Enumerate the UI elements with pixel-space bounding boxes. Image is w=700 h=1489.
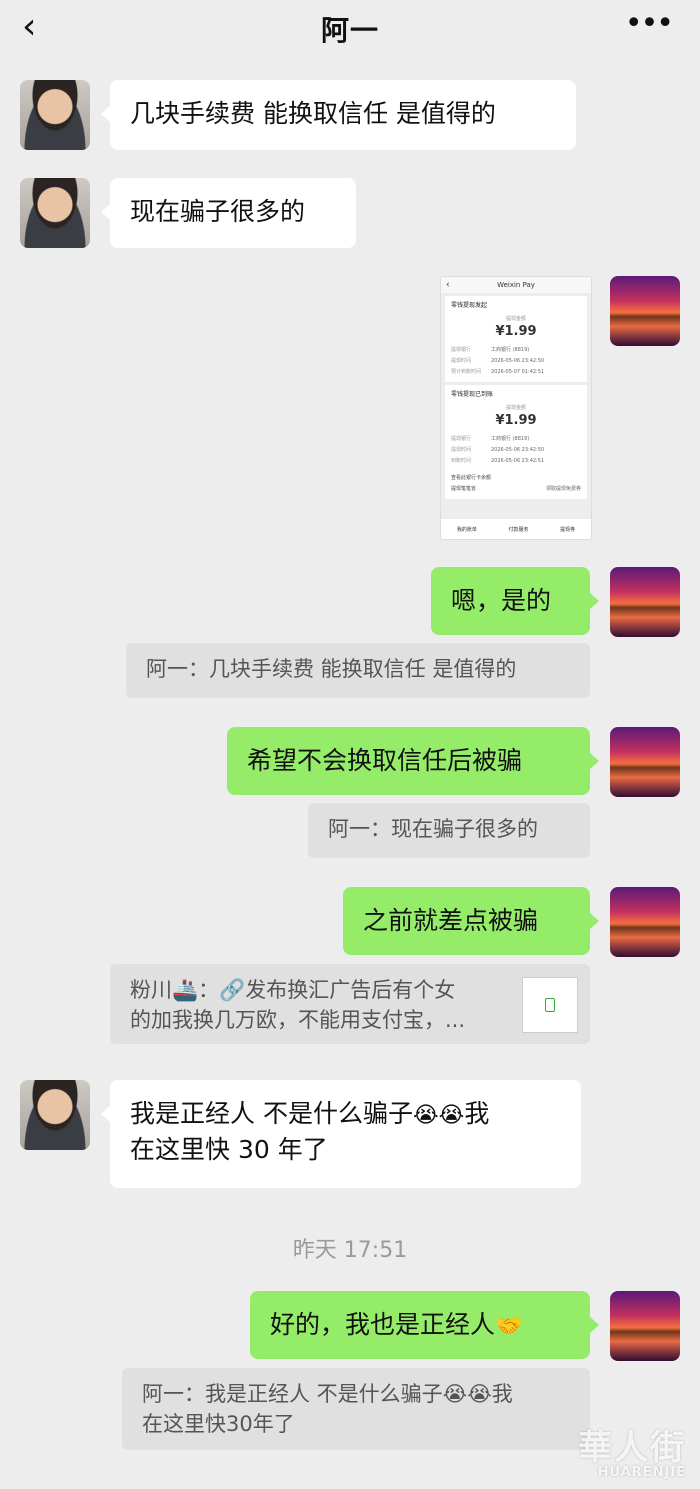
message-text: 现在骗子很多的 bbox=[130, 197, 306, 226]
detail-link: 查看此银行卡余额 bbox=[451, 475, 492, 481]
handshake-icon: 🤝 bbox=[495, 1314, 523, 1339]
screenshot-card: 零钱提现已到账 提现金额 ¥1.99 提现银行 工商银行 (8819) 提现时间 2… bbox=[445, 385, 587, 499]
quoted-reply[interactable]: 阿一：我是正经人 不是什么骗子😭😭我 在这里快30年了 bbox=[122, 1368, 590, 1450]
message-bubble[interactable]: 几块手续费 能换取信任 是值得的 bbox=[101, 80, 576, 150]
my-avatar[interactable] bbox=[610, 567, 680, 637]
detail-row: 预计到账时间 2026-05-07 01:42:51 bbox=[451, 369, 545, 375]
screenshot-title: Weixin Pay bbox=[497, 281, 535, 289]
message-timestamp: 昨天 17:51 bbox=[292, 1238, 408, 1263]
my-avatar[interactable] bbox=[610, 1291, 680, 1361]
message-text: 几块手续费 能换取信任 是值得的 bbox=[130, 99, 496, 128]
message-bubble[interactable]: 好的，我也是正经人🤝 bbox=[250, 1291, 599, 1359]
message-text: 之前就差点被骗 bbox=[363, 906, 539, 935]
message-text: 好的，我也是正经人 bbox=[270, 1310, 496, 1339]
detail-row: 提现银行 工商银行 (8819) bbox=[451, 436, 530, 442]
crying-face-icon: 😭😭 bbox=[412, 1103, 465, 1128]
card-title: 零钱提现发起 bbox=[451, 302, 488, 309]
amount-label: 提现金额 bbox=[505, 405, 526, 411]
my-avatar[interactable] bbox=[610, 276, 680, 346]
message-text: 我是正经人 不是什么骗子😭😭我 bbox=[130, 1099, 490, 1128]
chat-header: ‹ 阿一 ••• bbox=[0, 0, 700, 58]
amount-label: 提现金额 bbox=[505, 316, 526, 322]
message-bubble[interactable]: 之前就差点被骗 bbox=[343, 887, 599, 955]
message-text: 嗯，是的 bbox=[451, 586, 552, 615]
quote-text: 粉川🚢：🔗发布换汇广告后有个女 bbox=[130, 978, 456, 1002]
quote-text: 的加我换几万欧，不能用支付宝，... bbox=[130, 1008, 466, 1032]
screenshot-footer: 我的账单 付款服务 提现券 bbox=[441, 519, 591, 539]
more-options-icon[interactable]: ••• bbox=[625, 9, 674, 39]
message-bubble[interactable]: 希望不会换取信任后被骗 bbox=[227, 727, 599, 795]
contact-avatar[interactable] bbox=[20, 80, 90, 150]
quote-text: 阿一：几块手续费 能换取信任 是值得的 bbox=[146, 657, 517, 681]
detail-row: 提现时间 2026-05-06 23:42:50 bbox=[451, 447, 545, 453]
detail-row: 提现时间 2026-05-06 23:42:50 bbox=[451, 358, 545, 364]
message-text: 在这里快 30 年了 bbox=[130, 1135, 328, 1164]
back-arrow-icon[interactable]: ‹ bbox=[22, 6, 36, 47]
detail-link: 提现笔笔省 领取提现免费券 bbox=[451, 486, 581, 492]
quote-text: 在这里快30年了 bbox=[142, 1412, 295, 1436]
quote-text: 阿一：我是正经人 不是什么骗子😭😭我 bbox=[142, 1382, 513, 1406]
card-title: 零钱提现已到账 bbox=[451, 391, 494, 398]
site-watermark: 華人街 HUARENJIE bbox=[578, 1428, 686, 1480]
screenshot-card: 零钱提现发起 提现金额 ¥1.99 提现银行 工商银行 (8819) 提现时间 20… bbox=[445, 296, 587, 382]
image-message[interactable]: ‹ Weixin Pay 零钱提现发起 提现金额 ¥1.99 提现银行 工商银行 … bbox=[440, 276, 592, 540]
contact-avatar[interactable] bbox=[20, 1080, 90, 1150]
detail-row: 到账时间 2026-05-06 23:42:51 bbox=[451, 458, 545, 464]
screenshot-topbar: ‹ Weixin Pay bbox=[441, 277, 591, 293]
message-bubble[interactable]: 嗯，是的 bbox=[431, 567, 599, 635]
contact-avatar[interactable] bbox=[20, 178, 90, 248]
amount-value: ¥1.99 bbox=[495, 324, 537, 339]
message-text: 希望不会换取信任后被骗 bbox=[247, 746, 523, 775]
quoted-reply[interactable]: 阿一：几块手续费 能换取信任 是值得的 bbox=[126, 643, 590, 698]
amount-value: ¥1.99 bbox=[495, 413, 537, 428]
phone-icon bbox=[545, 998, 555, 1012]
quoted-reply[interactable]: 粉川🚢：🔗发布换汇广告后有个女 的加我换几万欧，不能用支付宝，... bbox=[110, 964, 590, 1044]
detail-row: 提现银行 工商银行 (8819) bbox=[451, 347, 530, 353]
message-bubble[interactable]: 我是正经人 不是什么骗子😭😭我 在这里快 30 年了 bbox=[101, 1080, 581, 1188]
my-avatar[interactable] bbox=[610, 727, 680, 797]
quote-text: 阿一：现在骗子很多的 bbox=[328, 817, 538, 841]
chat-title: 阿一 bbox=[320, 14, 379, 47]
back-icon: ‹ bbox=[446, 280, 450, 290]
quoted-image-thumbnail[interactable] bbox=[522, 977, 578, 1033]
quoted-reply[interactable]: 阿一：现在骗子很多的 bbox=[308, 803, 590, 858]
my-avatar[interactable] bbox=[610, 887, 680, 957]
message-bubble[interactable]: 现在骗子很多的 bbox=[101, 178, 356, 248]
